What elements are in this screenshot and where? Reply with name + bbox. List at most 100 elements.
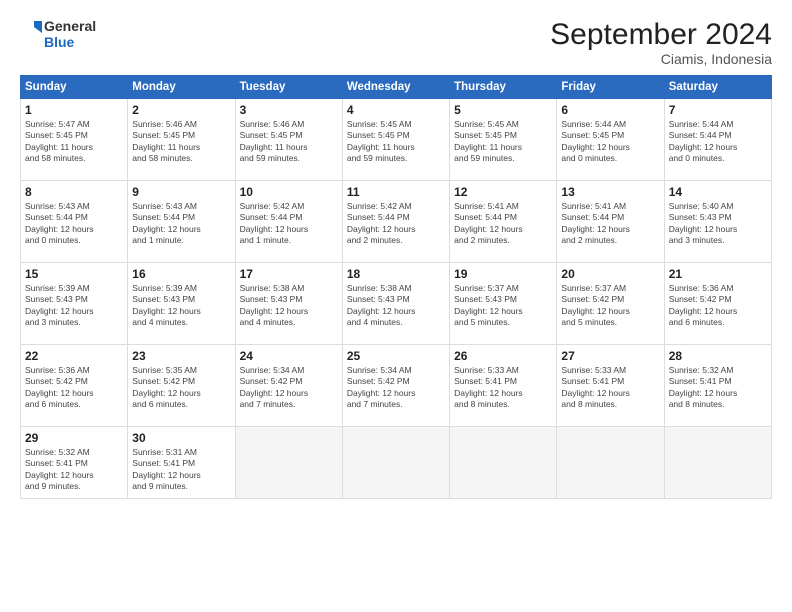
title-block: September 2024 Ciamis, Indonesia — [550, 18, 772, 67]
calendar-cell: 28 Sunrise: 5:32 AM Sunset: 5:41 PM Dayli… — [664, 345, 771, 427]
day-info: Sunrise: 5:42 AM Sunset: 5:44 PM Dayligh… — [240, 201, 338, 247]
day-number: 10 — [240, 185, 338, 199]
calendar-table: SundayMondayTuesdayWednesdayThursdayFrid… — [20, 75, 772, 499]
calendar-week-row: 1 Sunrise: 5:47 AM Sunset: 5:45 PM Daylig… — [21, 99, 772, 181]
day-number: 23 — [132, 349, 230, 363]
day-info: Sunrise: 5:36 AM Sunset: 5:42 PM Dayligh… — [25, 365, 123, 411]
logo-general: General — [44, 18, 96, 34]
calendar-cell: 12 Sunrise: 5:41 AM Sunset: 5:44 PM Dayli… — [450, 181, 557, 263]
calendar-cell: 7 Sunrise: 5:44 AM Sunset: 5:44 PM Daylig… — [664, 99, 771, 181]
day-number: 21 — [669, 267, 767, 281]
calendar-week-row: 22 Sunrise: 5:36 AM Sunset: 5:42 PM Dayli… — [21, 345, 772, 427]
day-number: 8 — [25, 185, 123, 199]
day-number: 16 — [132, 267, 230, 281]
day-number: 20 — [561, 267, 659, 281]
day-number: 13 — [561, 185, 659, 199]
day-number: 4 — [347, 103, 445, 117]
calendar-cell — [557, 427, 664, 499]
calendar-cell: 21Sunrise: 5:36 AM Sunset: 5:42 PM Dayli… — [664, 263, 771, 345]
logo-container: General Blue — [20, 18, 96, 50]
calendar-cell: 23 Sunrise: 5:35 AM Sunset: 5:42 PM Dayli… — [128, 345, 235, 427]
weekday-header: Friday — [557, 76, 664, 99]
day-info: Sunrise: 5:41 AM Sunset: 5:44 PM Dayligh… — [454, 201, 552, 247]
day-info: Sunrise: 5:39 AM Sunset: 5:43 PM Dayligh… — [132, 283, 230, 329]
calendar-cell: 2Sunrise: 5:46 AM Sunset: 5:45 PM Daylig… — [128, 99, 235, 181]
day-info: Sunrise: 5:37 AM Sunset: 5:43 PM Dayligh… — [454, 283, 552, 329]
calendar-cell: 14 Sunrise: 5:40 AM Sunset: 5:43 PM Dayli… — [664, 181, 771, 263]
calendar-cell: 25Sunrise: 5:34 AM Sunset: 5:42 PM Dayli… — [342, 345, 449, 427]
calendar-week-row: 15 Sunrise: 5:39 AM Sunset: 5:43 PM Dayli… — [21, 263, 772, 345]
logo: General Blue — [20, 18, 96, 50]
calendar-cell: 8Sunrise: 5:43 AM Sunset: 5:44 PM Daylig… — [21, 181, 128, 263]
calendar-cell: 15 Sunrise: 5:39 AM Sunset: 5:43 PM Dayli… — [21, 263, 128, 345]
weekday-header: Thursday — [450, 76, 557, 99]
page: General Blue September 2024 Ciamis, Indo… — [0, 0, 792, 612]
calendar-cell — [450, 427, 557, 499]
logo-blue: Blue — [44, 34, 96, 50]
day-info: Sunrise: 5:41 AM Sunset: 5:44 PM Dayligh… — [561, 201, 659, 247]
day-info: Sunrise: 5:39 AM Sunset: 5:43 PM Dayligh… — [25, 283, 123, 329]
day-number: 7 — [669, 103, 767, 117]
day-info: Sunrise: 5:35 AM Sunset: 5:42 PM Dayligh… — [132, 365, 230, 411]
calendar-cell: 18 Sunrise: 5:38 AM Sunset: 5:43 PM Dayli… — [342, 263, 449, 345]
location-subtitle: Ciamis, Indonesia — [550, 51, 772, 67]
calendar-cell: 27Sunrise: 5:33 AM Sunset: 5:41 PM Dayli… — [557, 345, 664, 427]
day-number: 12 — [454, 185, 552, 199]
day-info: Sunrise: 5:44 AM Sunset: 5:44 PM Dayligh… — [669, 119, 767, 165]
logo-bird-icon — [20, 19, 42, 49]
calendar-week-row: 29Sunrise: 5:32 AM Sunset: 5:41 PM Dayli… — [21, 427, 772, 499]
day-number: 14 — [669, 185, 767, 199]
day-number: 25 — [347, 349, 445, 363]
day-info: Sunrise: 5:31 AM Sunset: 5:41 PM Dayligh… — [132, 447, 230, 493]
calendar-cell: 20 Sunrise: 5:37 AM Sunset: 5:42 PM Dayli… — [557, 263, 664, 345]
day-number: 26 — [454, 349, 552, 363]
day-info: Sunrise: 5:43 AM Sunset: 5:44 PM Dayligh… — [132, 201, 230, 247]
day-number: 22 — [25, 349, 123, 363]
day-info: Sunrise: 5:33 AM Sunset: 5:41 PM Dayligh… — [454, 365, 552, 411]
calendar-cell: 17 Sunrise: 5:38 AM Sunset: 5:43 PM Dayli… — [235, 263, 342, 345]
day-info: Sunrise: 5:38 AM Sunset: 5:43 PM Dayligh… — [347, 283, 445, 329]
calendar-cell: 19 Sunrise: 5:37 AM Sunset: 5:43 PM Dayli… — [450, 263, 557, 345]
day-number: 28 — [669, 349, 767, 363]
day-number: 5 — [454, 103, 552, 117]
day-info: Sunrise: 5:40 AM Sunset: 5:43 PM Dayligh… — [669, 201, 767, 247]
day-number: 27 — [561, 349, 659, 363]
calendar-cell — [664, 427, 771, 499]
weekday-header: Sunday — [21, 76, 128, 99]
day-info: Sunrise: 5:44 AM Sunset: 5:45 PM Dayligh… — [561, 119, 659, 165]
calendar-cell: 22 Sunrise: 5:36 AM Sunset: 5:42 PM Dayli… — [21, 345, 128, 427]
weekday-header: Saturday — [664, 76, 771, 99]
day-number: 30 — [132, 431, 230, 445]
day-info: Sunrise: 5:45 AM Sunset: 5:45 PM Dayligh… — [347, 119, 445, 165]
calendar-cell: 13 Sunrise: 5:41 AM Sunset: 5:44 PM Dayli… — [557, 181, 664, 263]
month-title: September 2024 — [550, 18, 772, 51]
day-number: 18 — [347, 267, 445, 281]
day-number: 17 — [240, 267, 338, 281]
calendar-cell — [342, 427, 449, 499]
calendar-cell: 11 Sunrise: 5:42 AM Sunset: 5:44 PM Dayli… — [342, 181, 449, 263]
day-info: Sunrise: 5:45 AM Sunset: 5:45 PM Dayligh… — [454, 119, 552, 165]
calendar-cell: 29Sunrise: 5:32 AM Sunset: 5:41 PM Dayli… — [21, 427, 128, 499]
day-info: Sunrise: 5:47 AM Sunset: 5:45 PM Dayligh… — [25, 119, 123, 165]
header: General Blue September 2024 Ciamis, Indo… — [20, 18, 772, 67]
calendar-cell: 9 Sunrise: 5:43 AM Sunset: 5:44 PM Daylig… — [128, 181, 235, 263]
day-info: Sunrise: 5:37 AM Sunset: 5:42 PM Dayligh… — [561, 283, 659, 329]
calendar-cell: 26 Sunrise: 5:33 AM Sunset: 5:41 PM Dayli… — [450, 345, 557, 427]
calendar-week-row: 8 Sunrise: 5:43 AM Sunset: 5:44 PM Daylig… — [21, 181, 772, 263]
day-info: Sunrise: 5:38 AM Sunset: 5:43 PM Dayligh… — [240, 283, 338, 329]
day-info: Sunrise: 5:42 AM Sunset: 5:44 PM Dayligh… — [347, 201, 445, 247]
day-number: 15 — [25, 267, 123, 281]
calendar-cell: 30 Sunrise: 5:31 AM Sunset: 5:41 PM Dayli… — [128, 427, 235, 499]
calendar-cell: 24 Sunrise: 5:34 AM Sunset: 5:42 PM Dayli… — [235, 345, 342, 427]
day-number: 6 — [561, 103, 659, 117]
day-number: 24 — [240, 349, 338, 363]
day-number: 19 — [454, 267, 552, 281]
day-info: Sunrise: 5:32 AM Sunset: 5:41 PM Dayligh… — [669, 365, 767, 411]
day-info: Sunrise: 5:32 AM Sunset: 5:41 PM Dayligh… — [25, 447, 123, 493]
calendar-cell: 10 Sunrise: 5:42 AM Sunset: 5:44 PM Dayli… — [235, 181, 342, 263]
day-number: 9 — [132, 185, 230, 199]
day-number: 11 — [347, 185, 445, 199]
day-number: 1 — [25, 103, 123, 117]
day-info: Sunrise: 5:46 AM Sunset: 5:45 PM Dayligh… — [240, 119, 338, 165]
day-info: Sunrise: 5:34 AM Sunset: 5:42 PM Dayligh… — [240, 365, 338, 411]
